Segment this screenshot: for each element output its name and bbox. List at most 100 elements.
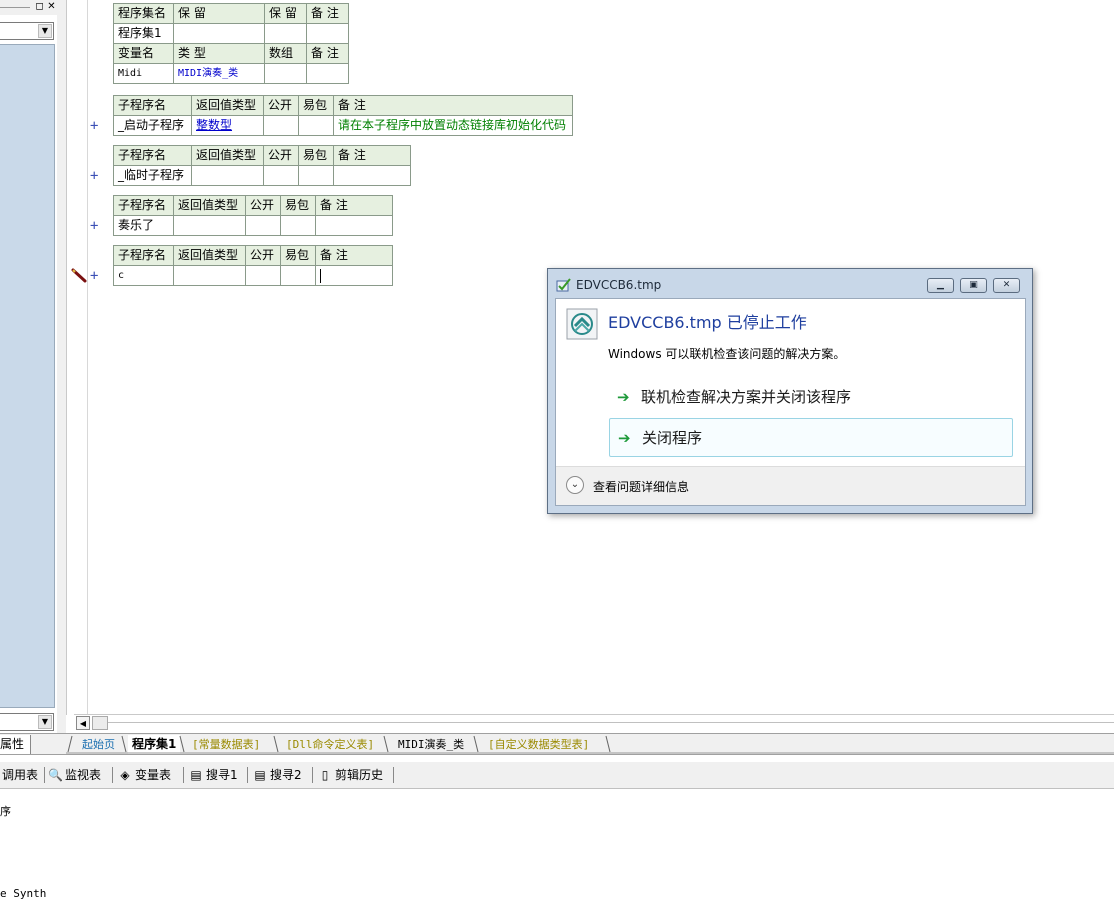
variable-icon: ◈: [120, 768, 130, 782]
output-line: e Synth: [0, 887, 47, 900]
arrow-right-icon: ➔: [617, 388, 630, 406]
expand-icon[interactable]: +: [90, 118, 98, 134]
cell-note[interactable]: 请在本子程序中放置动态链接库初始化代码: [333, 115, 573, 136]
bottom-toolbar: 调用表 🔍 监视表 ◈ 变量表 ▤ 搜寻1 ▤ 搜寻2 ▯ 剪辑历史: [0, 762, 1114, 789]
cell-easy-package[interactable]: [298, 165, 334, 186]
call-table-button[interactable]: 调用表: [2, 766, 38, 784]
sub-table-temp: 子程序名 返回值类型 公开 易包 备 注 _临时子程序: [113, 145, 411, 186]
scroll-thumb[interactable]: [92, 716, 108, 730]
restore-icon[interactable]: ◻: [34, 1, 45, 12]
header-sub-name: 子程序名: [113, 145, 192, 166]
panel-splitter[interactable]: [57, 0, 66, 735]
header-variable-name: 变量名: [113, 43, 174, 64]
clipboard-icon: ▯: [321, 768, 329, 782]
search-icon: ▤: [254, 768, 266, 782]
header-note: 备 注: [333, 95, 573, 116]
variable-table-button[interactable]: ◈ 变量表: [118, 766, 171, 784]
cell-sub-name[interactable]: c: [113, 265, 174, 286]
cell-sub-name[interactable]: _启动子程序: [113, 115, 192, 136]
panel-grip: [0, 7, 30, 8]
cell-note[interactable]: [333, 165, 411, 186]
search2-button[interactable]: ▤ 搜寻2: [253, 766, 302, 784]
close-program-option[interactable]: ➔ 关闭程序: [609, 418, 1013, 457]
header-reserved: 保 留: [173, 3, 265, 24]
chevron-down-icon[interactable]: ⌄: [566, 476, 584, 494]
cell-sub-name[interactable]: 奏乐了: [113, 215, 174, 236]
cell-return-type[interactable]: 整数型: [191, 115, 264, 136]
expand-icon[interactable]: +: [90, 168, 98, 184]
cell-return-type[interactable]: [173, 215, 246, 236]
watch-table-button[interactable]: 🔍 监视表: [48, 766, 101, 784]
cell-public[interactable]: [245, 265, 281, 286]
search1-button[interactable]: ▤ 搜寻1: [189, 766, 237, 784]
cell-array[interactable]: [264, 63, 307, 84]
output-pane[interactable]: 序 e Synth: [0, 790, 1114, 915]
cell-variable-type[interactable]: MIDI演奏_类: [173, 63, 265, 84]
cell-easy-package[interactable]: [280, 265, 316, 286]
cell-sub-name[interactable]: _临时子程序: [113, 165, 192, 186]
maximize-button[interactable]: ▣: [960, 278, 987, 293]
cell-note[interactable]: [315, 265, 393, 286]
close-button[interactable]: ✕: [993, 278, 1020, 293]
property-combo[interactable]: ▼: [0, 713, 54, 731]
edit-pencil-icon: [71, 268, 87, 283]
close-icon[interactable]: ✕: [46, 1, 57, 12]
view-details-link[interactable]: 查看问题详细信息: [593, 478, 689, 495]
cell-return-type[interactable]: [191, 165, 264, 186]
header-easy-package: 易包: [280, 195, 316, 216]
toolbar-separator: [112, 767, 113, 783]
cell-return-type[interactable]: [173, 265, 246, 286]
left-panel: ◻ ✕ ▼ ▼: [0, 0, 57, 735]
program-icon: [566, 308, 598, 340]
header-sub-name: 子程序名: [113, 195, 174, 216]
scroll-left-icon[interactable]: ◀: [76, 716, 90, 730]
tab-properties[interactable]: 属性: [0, 735, 32, 754]
cell-easy-package[interactable]: [280, 215, 316, 236]
cell-public[interactable]: [263, 165, 299, 186]
header-note: 备 注: [315, 195, 393, 216]
search-icon: ▤: [190, 768, 202, 782]
call-table-label: 调用表: [2, 768, 39, 782]
dialog-title: EDVCCB6.tmp: [576, 278, 662, 292]
horizontal-scrollbar[interactable]: ◀: [74, 714, 1114, 733]
magnifier-icon: 🔍: [48, 768, 63, 782]
toolbar-separator: [44, 767, 45, 783]
cell-variable-name[interactable]: Midi: [113, 63, 174, 84]
tab-separators: [66, 735, 1114, 754]
expand-icon[interactable]: +: [90, 218, 98, 234]
editor-tab-strip: 属性 起始页 程序集1 [常量数据表] [Dll命令定义表] MIDI演奏_类 …: [0, 733, 1114, 755]
app-icon: [556, 278, 571, 292]
object-combo[interactable]: ▼: [0, 22, 54, 40]
cell-public[interactable]: [263, 115, 299, 136]
header-easy-package: 易包: [280, 245, 316, 266]
toolbar-separator: [393, 767, 394, 783]
dialog-description: Windows 可以联机检查该问题的解决方案。: [608, 347, 846, 361]
header-public: 公开: [263, 145, 299, 166]
cell-public[interactable]: [245, 215, 281, 236]
sub-table-c: 子程序名 返回值类型 公开 易包 备 注 c: [113, 245, 393, 286]
chevron-down-icon[interactable]: ▼: [38, 715, 52, 729]
header-sub-name: 子程序名: [113, 95, 192, 116]
check-online-option[interactable]: ➔ 联机检查解决方案并关闭该程序: [609, 378, 1013, 417]
cell-reserved-2[interactable]: [264, 23, 307, 44]
chevron-down-icon[interactable]: ▼: [38, 24, 52, 38]
expand-icon[interactable]: +: [90, 268, 98, 284]
cell-note[interactable]: [306, 63, 349, 84]
header-note: 备 注: [306, 3, 349, 24]
output-line: 序: [0, 805, 11, 818]
clip-history-button[interactable]: ▯ 剪辑历史: [318, 766, 383, 784]
minimize-button[interactable]: ▁: [927, 278, 954, 293]
left-panel-titlebar: ◻ ✕: [0, 0, 57, 15]
header-return-type: 返回值类型: [191, 145, 264, 166]
property-list[interactable]: [0, 44, 55, 708]
cell-program-set-name[interactable]: 程序集1: [113, 23, 174, 44]
cell-note[interactable]: [315, 215, 393, 236]
cell-note[interactable]: [306, 23, 349, 44]
dialog-heading: EDVCCB6.tmp 已停止工作: [608, 313, 807, 332]
cell-easy-package[interactable]: [298, 115, 334, 136]
header-easy-package: 易包: [298, 145, 334, 166]
search2-label: 搜寻2: [270, 768, 302, 782]
text-caret: [320, 268, 321, 283]
header-return-type: 返回值类型: [173, 195, 246, 216]
cell-reserved[interactable]: [173, 23, 265, 44]
